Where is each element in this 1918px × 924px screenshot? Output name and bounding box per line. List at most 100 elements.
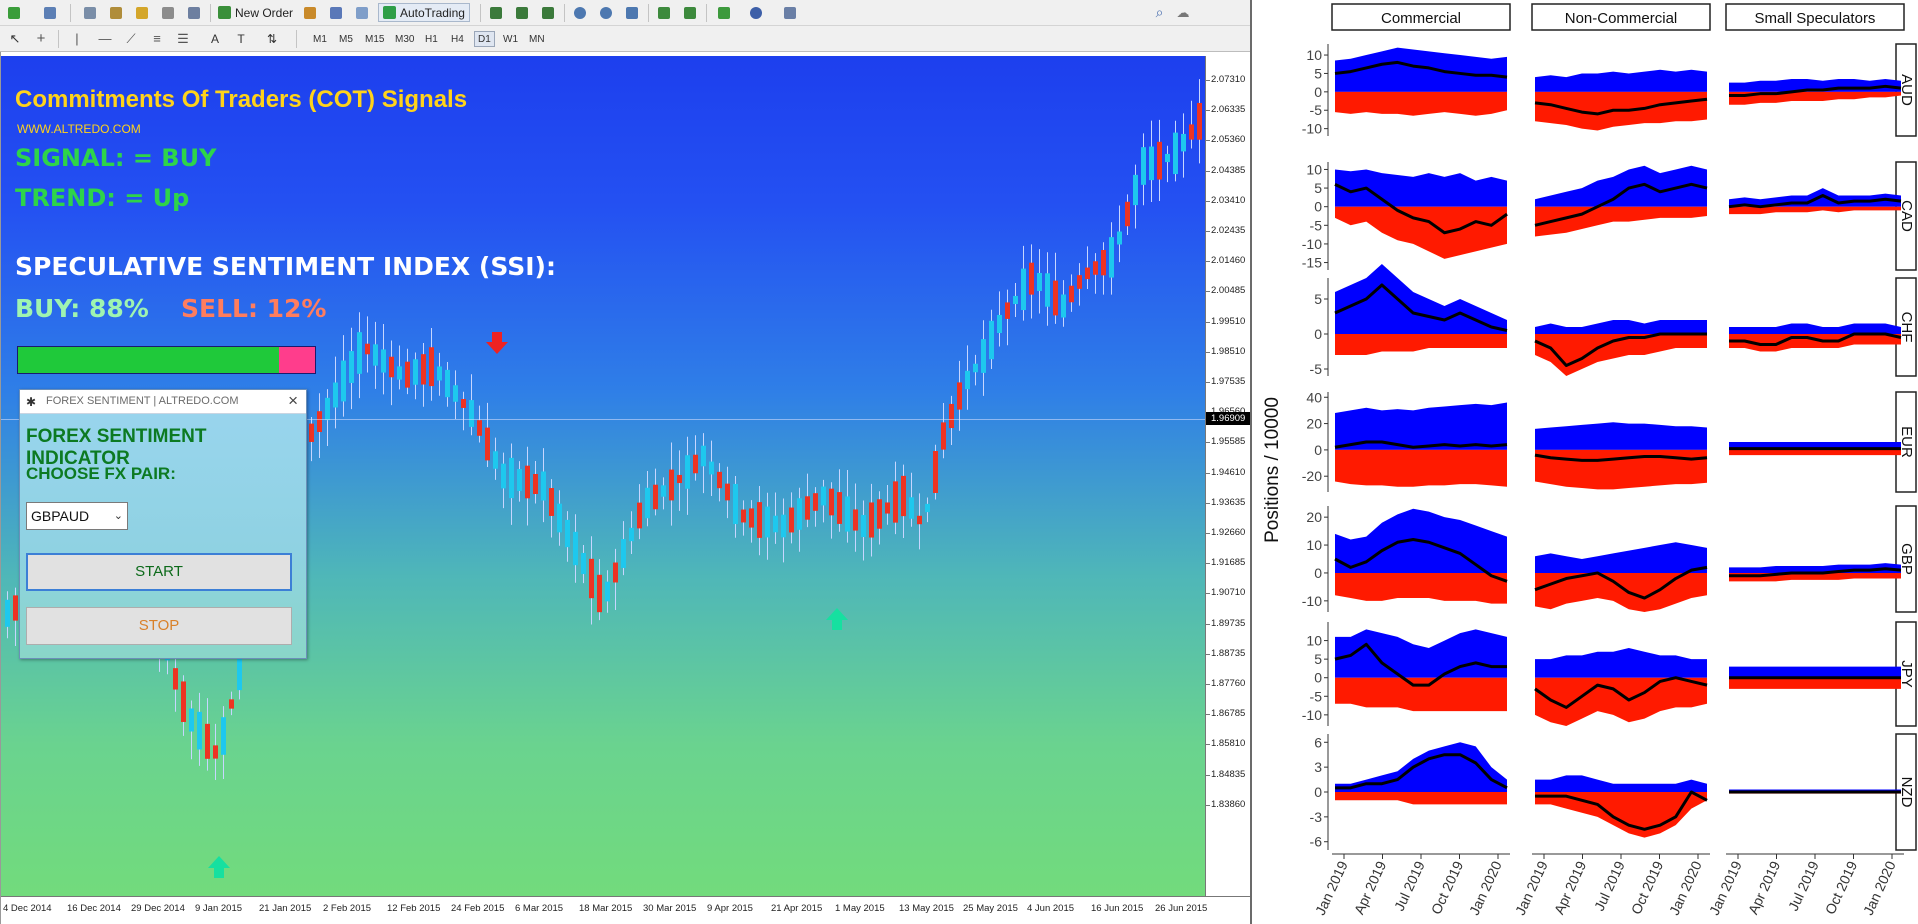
short-positions-area xyxy=(1535,449,1707,490)
candle-body xyxy=(829,488,834,516)
timeframe-m30[interactable]: M30 xyxy=(392,31,417,47)
price-label: 1.99510 xyxy=(1211,315,1246,327)
tile-windows-icon[interactable] xyxy=(622,3,641,22)
candle-body xyxy=(557,503,562,533)
y-tick-label: 5 xyxy=(1314,651,1322,667)
search-icon[interactable]: ⌕ xyxy=(1150,3,1169,22)
timeframe-w1[interactable]: W1 xyxy=(500,31,521,47)
channel-icon[interactable]: ≡ xyxy=(148,29,166,48)
candle-body xyxy=(197,711,202,750)
short-positions-area xyxy=(1535,206,1707,237)
start-button[interactable]: START xyxy=(26,553,292,591)
sell-arrow-icon xyxy=(486,332,508,354)
crosshair-icon[interactable]: + xyxy=(32,29,50,48)
close-icon[interactable]: × xyxy=(288,391,298,411)
y-tick-label: -20 xyxy=(1302,468,1322,484)
short-positions-area xyxy=(1729,206,1901,215)
x-tick-label: Jan 2019 xyxy=(1312,858,1351,917)
y-tick-label: -5 xyxy=(1310,217,1323,233)
timeframe-h1[interactable]: H1 xyxy=(422,31,441,47)
market-watch-icon[interactable] xyxy=(80,3,99,22)
zoom-out-icon[interactable] xyxy=(596,3,615,22)
candle-body xyxy=(637,502,642,529)
price-axis[interactable]: 2.07310 2.06335 2.05360 2.04385 2.03410 2.024… xyxy=(1205,56,1252,896)
candle-body xyxy=(821,486,826,506)
price-label: 1.95585 xyxy=(1211,436,1246,448)
stop-button[interactable]: STOP xyxy=(26,607,292,645)
price-tick xyxy=(1206,593,1210,595)
price-label: 1.87760 xyxy=(1211,678,1246,689)
price-label: 1.93635 xyxy=(1211,496,1246,508)
candle-body xyxy=(885,502,890,514)
text-label-icon[interactable]: T xyxy=(232,29,250,48)
price-tick xyxy=(1206,623,1210,625)
y-tick-label: 20 xyxy=(1306,509,1322,525)
line-chart-icon[interactable] xyxy=(538,3,557,22)
fibonacci-icon[interactable]: ☰ xyxy=(174,29,192,48)
trendline-icon[interactable]: ⟋ xyxy=(122,29,140,48)
navigator-icon[interactable] xyxy=(132,3,151,22)
price-tick xyxy=(1206,563,1210,565)
zoom-in-icon[interactable] xyxy=(570,3,589,22)
candle-body xyxy=(693,454,698,474)
bar-chart-icon[interactable] xyxy=(486,3,505,22)
timeframe-m1[interactable]: M1 xyxy=(310,31,330,47)
main-toolbar: New Order AutoTrading ⌕ ☁ xyxy=(0,0,1250,26)
candle-body xyxy=(325,397,330,421)
fx-pair-select[interactable]: GBPAUD ⌄ xyxy=(26,502,128,530)
new-chart-icon[interactable] xyxy=(4,3,23,22)
market-icon[interactable] xyxy=(352,3,371,22)
x-tick-label: Oct 2019 xyxy=(1822,858,1861,916)
horizontal-line-icon[interactable]: — xyxy=(96,29,114,48)
timeframe-h4[interactable]: H4 xyxy=(448,31,467,47)
new-order-button[interactable]: New Order xyxy=(214,3,297,22)
candle-body xyxy=(789,507,794,533)
cot-url[interactable]: WWW.ALTREDO.COM xyxy=(17,122,141,136)
y-tick-label: -3 xyxy=(1310,809,1323,825)
candle-body xyxy=(965,370,970,390)
candle-body xyxy=(309,423,314,442)
long-positions-area xyxy=(1535,69,1707,92)
templates-icon[interactable] xyxy=(780,3,799,22)
candlestick-icon[interactable] xyxy=(512,3,531,22)
cursor-icon[interactable]: ↖ xyxy=(6,29,24,48)
signals-icon[interactable] xyxy=(326,3,345,22)
candle-body xyxy=(437,366,442,381)
candle-body xyxy=(1053,280,1058,316)
candle-body xyxy=(341,360,346,402)
price-label: 1.98510 xyxy=(1211,345,1246,357)
timeframe-d1[interactable]: D1 xyxy=(474,31,495,47)
new-order-icon xyxy=(218,6,231,19)
dialog-titlebar[interactable]: ✱ FOREX SENTIMENT | ALTREDO.COM × xyxy=(20,390,306,414)
vertical-line-icon[interactable]: | xyxy=(68,29,86,48)
metaeditor-icon[interactable] xyxy=(300,3,319,22)
candle-body xyxy=(229,699,234,709)
terminal-icon[interactable] xyxy=(158,3,177,22)
text-icon[interactable]: A xyxy=(206,29,224,48)
candle-body xyxy=(901,475,906,517)
ssi-buy-label: BUY: 88% xyxy=(15,294,149,323)
x-tick-label: Apr 2019 xyxy=(1351,858,1390,916)
time-axis[interactable]: 4 Dec 2014 16 Dec 2014 29 Dec 2014 9 Jan 20… xyxy=(1,896,1251,924)
data-window-icon[interactable] xyxy=(106,3,125,22)
price-tick xyxy=(1206,140,1210,142)
candle-body xyxy=(957,382,962,410)
timeframe-m5[interactable]: M5 xyxy=(336,31,356,47)
candle-body xyxy=(573,531,578,566)
chat-icon[interactable]: ☁ xyxy=(1172,3,1194,22)
auto-scroll-icon[interactable] xyxy=(680,3,699,22)
profiles-icon[interactable] xyxy=(40,3,59,22)
candle-body xyxy=(805,496,810,520)
indicators-icon[interactable] xyxy=(714,3,733,22)
timeframe-m15[interactable]: M15 xyxy=(362,31,387,47)
arrows-icon[interactable]: ⇅ xyxy=(260,29,284,48)
strategy-tester-icon[interactable] xyxy=(184,3,203,22)
chart-shift-icon[interactable] xyxy=(654,3,673,22)
autotrading-button[interactable]: AutoTrading xyxy=(378,3,470,22)
chevron-down-icon: ⌄ xyxy=(113,510,123,522)
ssi-title: SPECULATIVE SENTIMENT INDEX (SSI): xyxy=(15,252,556,281)
price-chart[interactable]: Commitments Of Traders (COT) Signals WWW… xyxy=(1,56,1205,896)
timeframe-mn[interactable]: MN xyxy=(526,31,548,47)
candle-body xyxy=(5,599,10,627)
periods-icon[interactable] xyxy=(746,3,765,22)
